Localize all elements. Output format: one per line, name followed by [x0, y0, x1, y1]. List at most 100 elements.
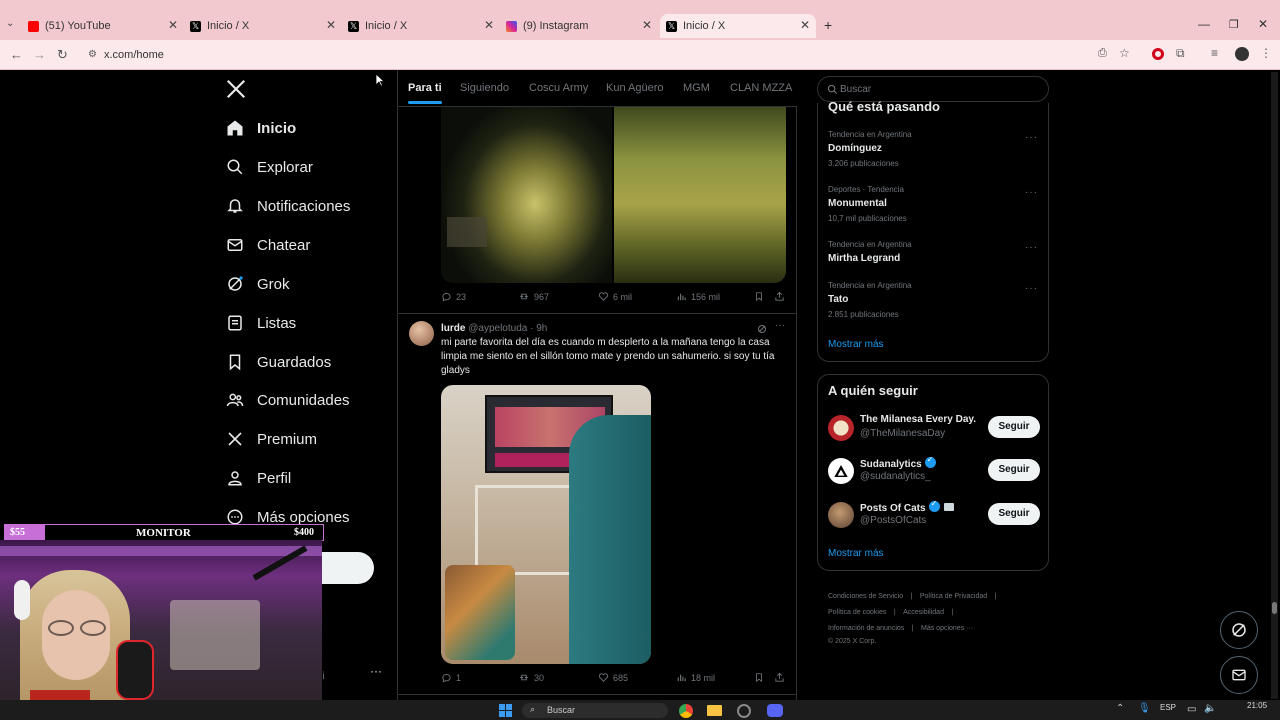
- nav-item-perfil[interactable]: Perfil: [226, 464, 291, 492]
- avatar[interactable]: [828, 458, 854, 484]
- avatar[interactable]: [409, 321, 434, 346]
- show-more-link[interactable]: Mostrar más: [828, 548, 884, 559]
- minimize-button[interactable]: —: [1198, 17, 1210, 31]
- scrollbar[interactable]: [1271, 72, 1278, 699]
- close-icon[interactable]: ✕: [800, 18, 810, 32]
- app-icon[interactable]: [737, 704, 751, 718]
- privacy-link[interactable]: Política de Privacidad: [920, 593, 987, 600]
- like-button[interactable]: 6 mil: [598, 291, 632, 302]
- trend-item[interactable]: Tendencia en Argentina Mirtha Legrand: [828, 240, 1040, 264]
- discord-icon[interactable]: [767, 704, 783, 717]
- account-name[interactable]: The Milanesa Every Day.: [860, 414, 976, 425]
- browser-tab-youtube[interactable]: (51) YouTube ✕: [28, 14, 178, 38]
- messages-float-button[interactable]: [1220, 656, 1258, 694]
- forward-button[interactable]: →: [33, 47, 46, 62]
- nav-item-guardados[interactable]: Guardados: [226, 348, 331, 376]
- taskbar-search[interactable]: ⌕ Buscar: [522, 703, 668, 718]
- extensions-icon[interactable]: ⧉: [1176, 46, 1185, 61]
- repost-button[interactable]: 967: [518, 291, 549, 302]
- account-name[interactable]: Posts Of Cats: [860, 499, 954, 514]
- follow-button[interactable]: Seguir: [988, 416, 1040, 438]
- clock-time[interactable]: 21:05: [1247, 701, 1267, 710]
- close-icon[interactable]: ✕: [484, 18, 494, 32]
- volume-icon[interactable]: 🔈: [1204, 703, 1216, 714]
- more-icon[interactable]: ···: [775, 320, 785, 331]
- scrollbar-thumb[interactable]: [1272, 602, 1277, 614]
- repost-button[interactable]: 30: [518, 672, 544, 683]
- nav-item-listas[interactable]: Listas: [226, 309, 296, 337]
- star-icon[interactable]: ☆: [1119, 46, 1130, 60]
- site-info-icon[interactable]: ⚙: [88, 44, 97, 66]
- tab-search-icon[interactable]: ⌄: [6, 18, 14, 29]
- follow-suggestion[interactable]: Posts Of Cats @PostsOfCats Seguir: [826, 499, 1040, 533]
- opera-extension-icon[interactable]: [1152, 48, 1164, 60]
- nav-item-comunidades[interactable]: Comunidades: [226, 386, 350, 414]
- browser-tab-x-1[interactable]: 𝕏 Inicio / X ✕: [190, 14, 336, 38]
- grok-float-button[interactable]: [1220, 611, 1258, 649]
- reply-button[interactable]: 23: [441, 291, 466, 302]
- trend-item[interactable]: Tendencia en Argentina Domínguez 3.206 p…: [828, 130, 1040, 168]
- back-button[interactable]: ←: [10, 47, 23, 62]
- avatar[interactable]: [828, 415, 854, 441]
- close-window-button[interactable]: ✕: [1258, 17, 1268, 31]
- display-icon[interactable]: ▭: [1187, 704, 1196, 715]
- nav-item-explorar[interactable]: Explorar: [226, 153, 313, 181]
- terms-link[interactable]: Condiciones de Servicio: [828, 593, 903, 600]
- tree-photo-left[interactable]: [441, 107, 612, 283]
- browser-tab-x-2[interactable]: 𝕏 Inicio / X ✕: [348, 14, 494, 38]
- close-icon[interactable]: ✕: [326, 18, 336, 32]
- maximize-button[interactable]: ❐: [1229, 18, 1239, 31]
- more-icon[interactable]: ···: [1025, 187, 1038, 198]
- x-logo-icon[interactable]: [226, 79, 248, 101]
- nav-item-premium[interactable]: Premium: [226, 425, 317, 453]
- tab-para-ti[interactable]: Para ti: [408, 82, 442, 104]
- more-options-link[interactable]: Más opciones ···: [921, 625, 973, 632]
- follow-suggestion[interactable]: Sudanalytics @sudanalytics_ Seguir: [826, 455, 1040, 489]
- cookies-link[interactable]: Política de cookies: [828, 609, 886, 616]
- browser-tab-instagram[interactable]: (9) Instagram ✕: [506, 14, 652, 38]
- close-icon[interactable]: ✕: [642, 18, 652, 32]
- reply-button[interactable]: 1: [441, 672, 461, 683]
- chevron-up-icon[interactable]: ⌃: [1116, 703, 1124, 714]
- new-tab-button[interactable]: +: [824, 17, 832, 33]
- post-media[interactable]: [441, 107, 786, 283]
- file-explorer-icon[interactable]: [707, 705, 722, 716]
- language-indicator[interactable]: ESP: [1160, 703, 1176, 712]
- accessibility-link[interactable]: Accesibilidad: [903, 609, 944, 616]
- install-icon[interactable]: ⎙: [1098, 47, 1107, 60]
- tab-siguiendo[interactable]: Siguiendo: [460, 82, 509, 94]
- like-button[interactable]: 685: [598, 672, 628, 683]
- mic-icon[interactable]: 🎙: [1138, 703, 1151, 714]
- trend-item[interactable]: Deportes · Tendencia Monumental 10,7 mil…: [828, 185, 1040, 223]
- chrome-icon[interactable]: [679, 704, 693, 718]
- more-icon[interactable]: ···: [1025, 283, 1038, 294]
- tab-clan-mzza[interactable]: CLAN MZZA: [730, 82, 792, 94]
- tab-coscu-army[interactable]: Coscu Army: [529, 82, 588, 94]
- menu-icon[interactable]: ⋮: [1260, 46, 1272, 60]
- account-name[interactable]: Sudanalytics: [860, 455, 936, 470]
- nav-item-grok[interactable]: Grok: [226, 270, 290, 298]
- share-icon[interactable]: [774, 291, 789, 302]
- views-button[interactable]: 18 mil: [676, 672, 715, 683]
- tab-mgm[interactable]: MGM: [683, 82, 710, 94]
- show-more-link[interactable]: Mostrar más: [828, 339, 884, 350]
- author-name[interactable]: lurde: [441, 323, 465, 334]
- nav-item-notificaciones[interactable]: Notificaciones: [226, 192, 350, 220]
- avatar[interactable]: [1235, 47, 1249, 61]
- trend-item[interactable]: Tendencia en Argentina Tato 2.851 public…: [828, 281, 1040, 319]
- media-icon[interactable]: ≡: [1211, 46, 1218, 60]
- follow-suggestion[interactable]: The Milanesa Every Day. @TheMilanesaDay …: [826, 412, 1040, 446]
- avatar[interactable]: [828, 502, 854, 528]
- more-icon[interactable]: ···: [1025, 132, 1038, 143]
- post-photo[interactable]: [441, 385, 651, 664]
- url-field[interactable]: ⚙ x.com/home: [80, 44, 1140, 66]
- browser-tab-x-active[interactable]: 𝕏 Inicio / X ✕: [660, 14, 816, 38]
- bookmark-icon[interactable]: [754, 291, 768, 302]
- author-handle[interactable]: @aypelotuda: [468, 323, 527, 334]
- close-icon[interactable]: ✕: [168, 18, 178, 32]
- windows-start-icon[interactable]: [499, 704, 513, 718]
- more-icon[interactable]: ···: [1025, 242, 1038, 253]
- share-icon[interactable]: [774, 672, 789, 683]
- nav-item-chatear[interactable]: Chatear: [226, 231, 310, 259]
- follow-button[interactable]: Seguir: [988, 503, 1040, 525]
